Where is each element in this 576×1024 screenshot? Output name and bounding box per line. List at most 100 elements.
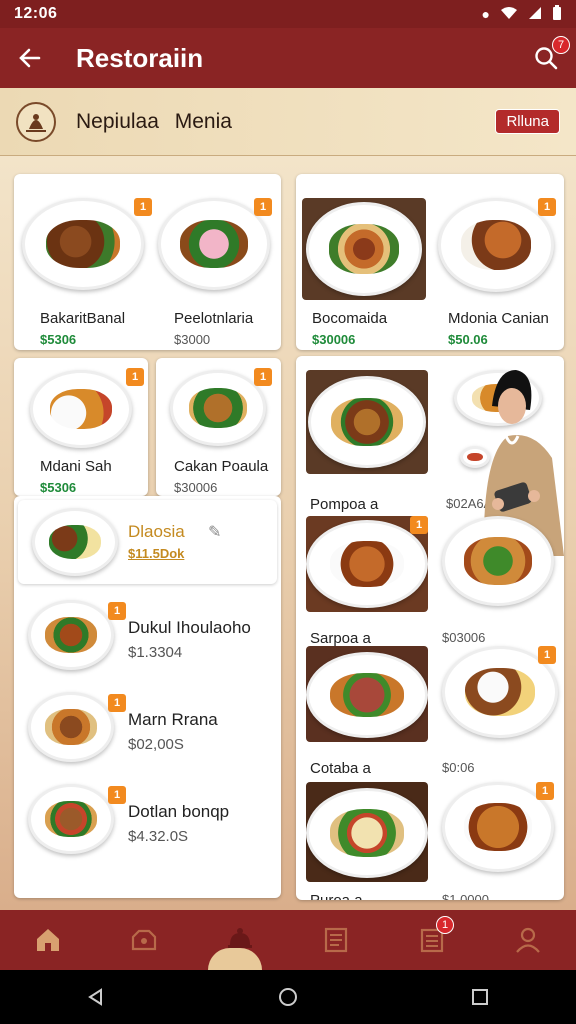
restaurant-name: Nepiulaa Menia <box>76 109 232 133</box>
item-price: $1.3304 <box>128 644 183 661</box>
dish-image <box>438 198 554 292</box>
item-price: $3000 <box>174 332 211 347</box>
nav-orders[interactable]: 1 <box>402 910 462 970</box>
edit-icon[interactable]: ✎ <box>208 522 221 542</box>
list-item[interactable]: 1 Marn Rrana $02,00S <box>28 692 278 774</box>
system-home-button[interactable] <box>258 970 318 1024</box>
header-action-pill[interactable]: Rlluna <box>495 109 560 134</box>
item-price: $30006 <box>312 332 356 347</box>
menu-card: Pompoa a $02A6AS 1 Sarpoa a $03006 Cotab… <box>296 356 564 900</box>
search-button[interactable]: 7 <box>516 28 576 88</box>
featured-item[interactable]: Dlaosia ✎ $11.5Dok <box>18 500 277 584</box>
nav-home[interactable] <box>18 910 78 970</box>
menu-item[interactable]: 1 Sarpoa a <box>306 516 428 647</box>
item-name: Sarpoa a <box>310 630 371 647</box>
search-badge: 7 <box>552 36 570 54</box>
item-price: $03006 <box>442 630 486 645</box>
item-name: Dotlan bonqp <box>128 802 230 821</box>
menu-item[interactable]: Cotaba a <box>306 646 428 777</box>
menu-card[interactable]: 1 Mdani Sah $5306 <box>14 358 148 496</box>
item-name: Mdani Sah <box>40 458 112 475</box>
menu-item[interactable]: Pompoa a <box>306 370 428 513</box>
item-name: BakaritBanal <box>40 310 126 327</box>
orders-badge: 1 <box>436 916 454 934</box>
app-title: Restoraiin <box>76 42 204 73</box>
restaurant-header: Nepiulaa Menia Rlluna <box>0 88 576 156</box>
menu-item[interactable]: 1 $0:06 <box>442 646 558 775</box>
item-tag: 1 <box>254 198 272 216</box>
item-tag: 1 <box>108 602 126 620</box>
item-name: Mdonia Canian <box>448 310 549 327</box>
menu-card[interactable]: 1 BakaritBanal $5306 1 Peelotnlaria $300… <box>14 174 281 350</box>
app-bar: Restoraiin 7 <box>0 28 576 88</box>
menu-card[interactable]: Bocomaida $30006 1 Mdonia Canian $50.06 <box>296 174 564 350</box>
circle-home-icon <box>279 988 297 1006</box>
square-recents-icon <box>472 989 488 1005</box>
nav-book[interactable] <box>306 910 366 970</box>
item-price: $02,00S <box>128 736 184 753</box>
list-item[interactable]: 1 Dotlan bonqp $4.32.0S <box>28 784 278 866</box>
dish-image <box>306 370 428 474</box>
dish-image <box>32 508 118 576</box>
dish-image <box>306 646 428 742</box>
item-tag: 1 <box>134 198 152 216</box>
status-icons: ● <box>482 4 562 24</box>
menu-book-icon <box>324 927 348 953</box>
item-tag: 1 <box>538 646 556 664</box>
dish-image <box>28 600 114 670</box>
menu-content: 1 BakaritBanal $5306 1 Peelotnlaria $300… <box>0 156 576 910</box>
item-tag: 1 <box>410 516 428 534</box>
status-bar: 12:06 ● <box>0 0 576 28</box>
item-tag: 1 <box>108 694 126 712</box>
store-icon <box>131 929 157 951</box>
back-button[interactable] <box>0 28 60 88</box>
dish-image <box>30 370 132 448</box>
item-tag: 1 <box>108 786 126 804</box>
nav-profile[interactable] <box>498 910 558 970</box>
item-name: Cotaba a <box>310 760 371 777</box>
menu-card[interactable]: 1 Cakan Poaula $30006 <box>156 358 281 496</box>
nav-store[interactable] <box>114 910 174 970</box>
item-tag: 1 <box>538 198 556 216</box>
status-time: 12:06 <box>14 5 58 22</box>
dish-image <box>302 198 426 300</box>
bottom-navigation: 1 <box>0 910 576 970</box>
item-price: $5306 <box>40 332 77 347</box>
system-recents-button[interactable] <box>450 970 510 1024</box>
dish-image <box>170 370 266 446</box>
item-tag: 1 <box>126 368 144 386</box>
list-item[interactable]: 1 Dukul Ihoulaoho $1.3304 <box>28 600 278 682</box>
item-tag: 1 <box>254 368 272 386</box>
menu-item[interactable]: Bocomaida $30006 <box>302 198 426 347</box>
featured-name: Dlaosia <box>128 522 185 541</box>
item-price: $5306 <box>40 480 77 495</box>
menu-item[interactable]: 1 Mdonia Canian $50.06 <box>438 198 556 347</box>
dish-image <box>306 782 428 882</box>
triangle-back-icon <box>88 988 102 1006</box>
home-icon <box>37 929 59 951</box>
featured-price: $11.5Dok <box>128 546 185 561</box>
item-name: Pompoa a <box>310 496 379 513</box>
item-price: $30006 <box>174 480 218 495</box>
item-name: Puroa a <box>310 892 363 900</box>
item-name: Bocomaida <box>312 310 388 327</box>
menu-list-card: Dlaosia ✎ $11.5Dok 1 Dukul Ihoulaoho $1.… <box>14 496 281 898</box>
menu-item[interactable]: $03006 <box>442 516 554 645</box>
menu-item[interactable]: 1 $1.0000 <box>442 782 554 900</box>
menu-item[interactable]: 1 Peelotnlaria $3000 <box>158 198 272 347</box>
system-back-button[interactable] <box>66 970 126 1024</box>
item-name: Marn Rrana <box>128 710 218 729</box>
item-name: Peelotnlaria <box>174 310 254 327</box>
item-name: Dukul Ihoulaoho <box>128 618 251 637</box>
dish-image <box>28 692 114 762</box>
menu-item[interactable]: Puroa a <box>306 782 428 900</box>
profile-icon <box>516 927 540 953</box>
menu-item[interactable]: 1 BakaritBanal $5306 <box>22 198 152 347</box>
signal-icon <box>528 6 542 23</box>
item-price: $0:06 <box>442 760 475 775</box>
item-price: $1.0000 <box>442 892 489 900</box>
item-tag: 1 <box>536 782 554 800</box>
battery-icon <box>552 4 562 24</box>
dish-image <box>28 784 114 854</box>
system-navigation <box>0 970 576 1024</box>
